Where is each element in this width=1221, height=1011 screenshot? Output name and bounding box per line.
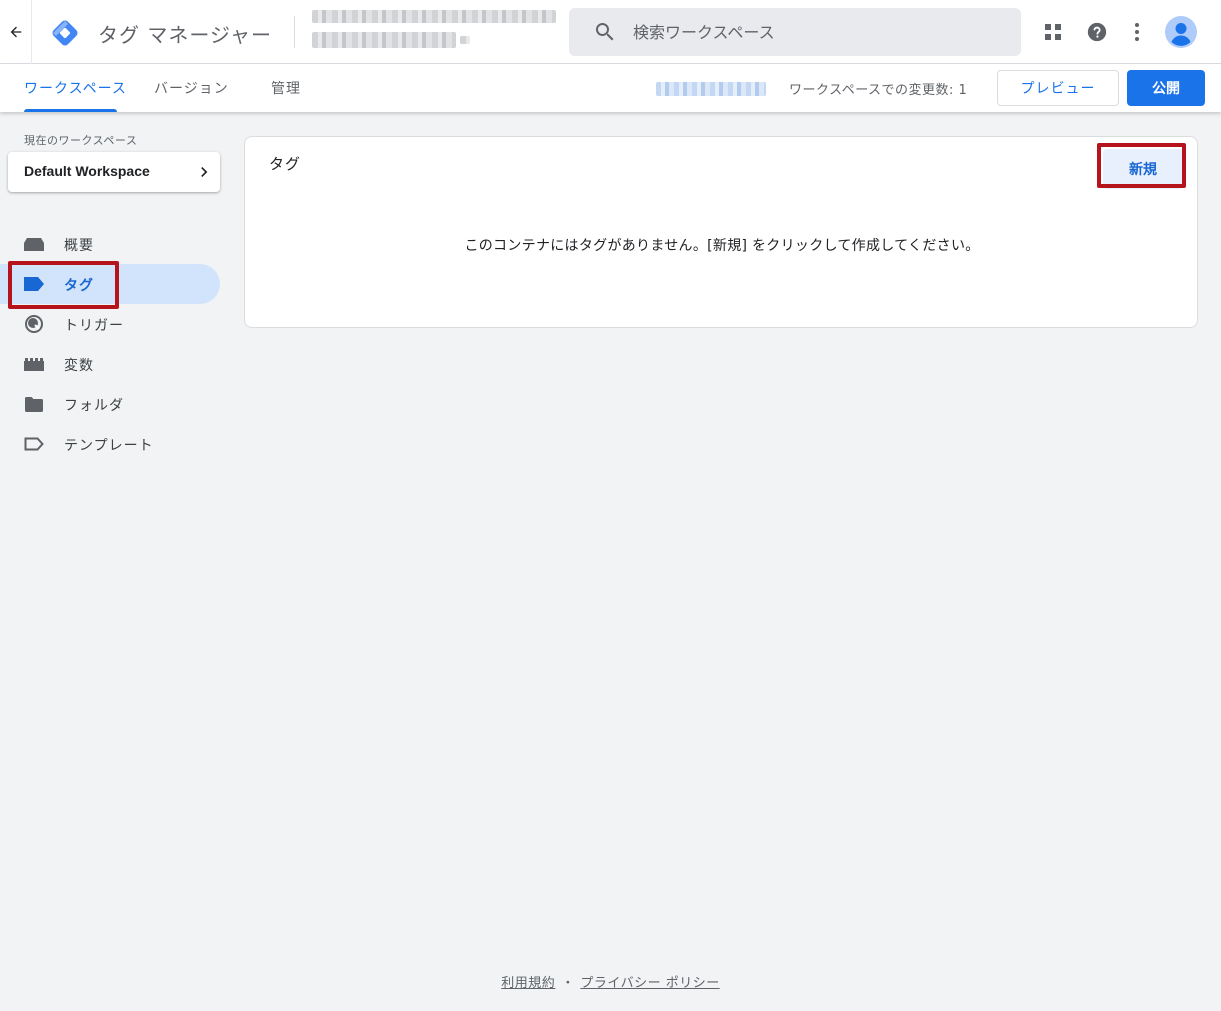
- new-tag-button[interactable]: 新規: [1103, 149, 1183, 189]
- tags-card: タグ 新規 このコンテナにはタグがありません。[新規] をクリックして作成してく…: [244, 136, 1198, 328]
- variables-icon: [24, 355, 44, 373]
- card-title: タグ: [269, 155, 302, 173]
- apps-button[interactable]: [1041, 20, 1065, 44]
- terms-link[interactable]: 利用規約: [501, 976, 555, 991]
- account-avatar-icon[interactable]: [1165, 16, 1197, 48]
- apps-grid-icon: [1045, 24, 1061, 40]
- chevron-right-icon: [201, 167, 208, 177]
- arrow-back-icon: [10, 26, 21, 38]
- gtm-logo-icon[interactable]: [48, 16, 82, 50]
- preview-button[interactable]: プレビュー: [997, 70, 1119, 106]
- template-icon: [24, 435, 44, 453]
- container-selector[interactable]: [310, 8, 560, 56]
- sidebar-item-label: タグ: [64, 278, 94, 294]
- workspace-id-redacted: [656, 82, 766, 96]
- search-icon: [596, 23, 614, 41]
- more-vert-icon: [1135, 23, 1139, 41]
- sidebar-item-label: テンプレート: [64, 438, 154, 454]
- top-app-bar: タグ マネージャー: [0, 0, 1221, 64]
- tab-workspace[interactable]: ワークスペース: [24, 64, 127, 112]
- footer: 利用規約・プライバシー ポリシー: [0, 972, 1221, 991]
- privacy-link[interactable]: プライバシー ポリシー: [580, 976, 719, 991]
- help-button[interactable]: [1085, 20, 1109, 44]
- workspace-selector[interactable]: Default Workspace: [8, 152, 220, 192]
- tab-admin[interactable]: 管理: [271, 64, 301, 112]
- help-icon: [1087, 22, 1107, 42]
- workspace-name: Default Workspace: [24, 163, 150, 179]
- publish-button[interactable]: 公開: [1127, 70, 1205, 106]
- sidebar-item-label: 概要: [64, 238, 94, 254]
- sidebar-item-templates[interactable]: テンプレート: [0, 424, 220, 464]
- back-button[interactable]: [0, 0, 32, 64]
- sidebar-item-overview[interactable]: 概要: [0, 224, 220, 264]
- app-title: タグ マネージャー: [98, 23, 272, 47]
- workspace-bar: ワークスペース バージョン 管理 ワークスペースでの変更数: 1 プレビュー 公…: [0, 64, 1221, 112]
- search-input[interactable]: [633, 18, 1003, 46]
- sidebar-item-label: フォルダ: [64, 398, 124, 414]
- empty-state-message: このコンテナにはタグがありません。[新規] をクリックして作成してください。: [464, 238, 980, 254]
- folder-icon: [24, 395, 44, 413]
- more-options-button[interactable]: [1125, 20, 1149, 44]
- overview-icon: [24, 235, 44, 253]
- sidebar-item-variables[interactable]: 変数: [0, 344, 220, 384]
- search-box[interactable]: [569, 8, 1021, 56]
- sidebar-item-label: 変数: [64, 358, 94, 374]
- footer-separator: ・: [561, 976, 575, 991]
- tag-icon: [24, 275, 44, 293]
- sidebar-item-folders[interactable]: フォルダ: [0, 384, 220, 424]
- sidebar-item-tags[interactable]: タグ: [0, 264, 220, 304]
- current-workspace-label: 現在のワークスペース: [24, 134, 138, 147]
- sidebar-item-label: トリガー: [64, 318, 124, 334]
- workspace-changes-count: ワークスペースでの変更数: 1: [789, 83, 968, 98]
- trigger-icon: [24, 315, 44, 333]
- tab-versions[interactable]: バージョン: [154, 64, 229, 112]
- sidebar-item-triggers[interactable]: トリガー: [0, 304, 220, 344]
- title-divider: [294, 16, 295, 48]
- active-tab-indicator: [24, 109, 117, 112]
